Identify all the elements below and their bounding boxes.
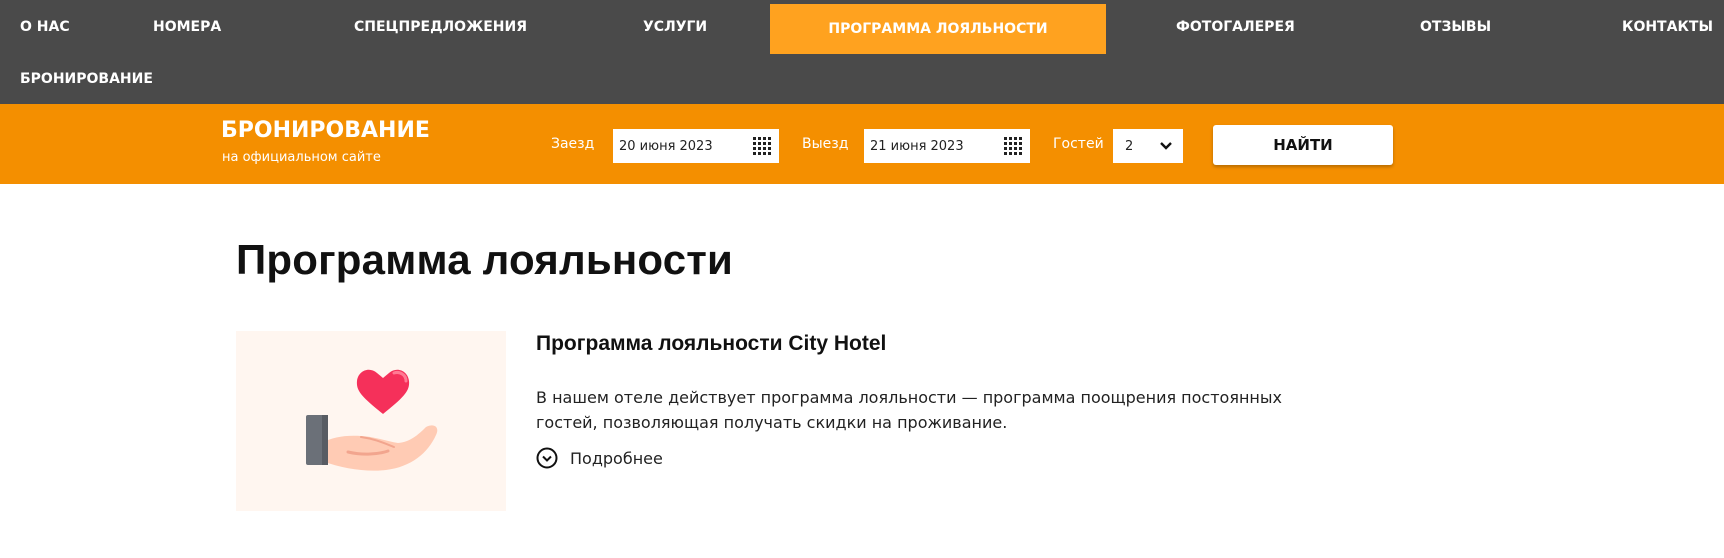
checkin-date-value: 20 июня 2023 <box>619 138 713 154</box>
nav-item-about[interactable]: О НАС <box>20 19 70 35</box>
checkout-label: Выезд <box>802 136 849 152</box>
card-title: Программа лояльности City Hotel <box>536 332 887 355</box>
nav-item-special-offers[interactable]: СПЕЦПРЕДЛОЖЕНИЯ <box>354 19 527 35</box>
loyalty-image <box>236 331 506 511</box>
checkout-date-value: 21 июня 2023 <box>870 138 964 154</box>
nav-item-services[interactable]: УСЛУГИ <box>643 19 707 35</box>
calendar-icon[interactable] <box>1004 137 1022 155</box>
booking-bar: БРОНИРОВАНИЕ на официальном сайте Заезд … <box>0 104 1724 184</box>
card-description: В нашем отеле действует программа лояльн… <box>536 388 1282 432</box>
checkin-label: Заезд <box>551 136 595 152</box>
nav-item-booking[interactable]: БРОНИРОВАНИЕ <box>20 71 153 87</box>
checkout-date-field[interactable]: 21 июня 2023 <box>864 129 1030 163</box>
booking-title: БРОНИРОВАНИЕ <box>221 118 430 143</box>
chevron-down-icon <box>1160 142 1172 150</box>
guests-select[interactable]: 2 <box>1113 129 1183 163</box>
guests-label: Гостей <box>1053 136 1104 152</box>
checkin-date-field[interactable]: 20 июня 2023 <box>613 129 779 163</box>
nav-item-reviews[interactable]: ОТЗЫВЫ <box>1420 19 1491 35</box>
calendar-icon[interactable] <box>753 137 771 155</box>
more-link-label: Подробнее <box>570 448 663 468</box>
nav-item-loyalty-program[interactable]: ПРОГРАММА ЛОЯЛЬНОСТИ <box>770 4 1106 54</box>
nav-item-contacts[interactable]: КОНТАКТЫ <box>1622 19 1713 35</box>
page-title: Программа лояльности <box>236 236 734 283</box>
chevron-down-circle-icon <box>536 447 558 469</box>
more-link[interactable]: Подробнее <box>536 447 663 469</box>
nav-item-rooms[interactable]: НОМЕРА <box>153 19 221 35</box>
top-navigation: О НАС НОМЕРА СПЕЦПРЕДЛОЖЕНИЯ УСЛУГИ ПРОГ… <box>0 0 1724 104</box>
search-button[interactable]: НАЙТИ <box>1213 125 1393 165</box>
heart-in-hand-icon <box>306 369 438 471</box>
nav-item-photo-gallery[interactable]: ФОТОГАЛЕРЕЯ <box>1176 19 1295 35</box>
booking-subtitle: на официальном сайте <box>222 150 381 165</box>
guests-value: 2 <box>1125 138 1134 154</box>
